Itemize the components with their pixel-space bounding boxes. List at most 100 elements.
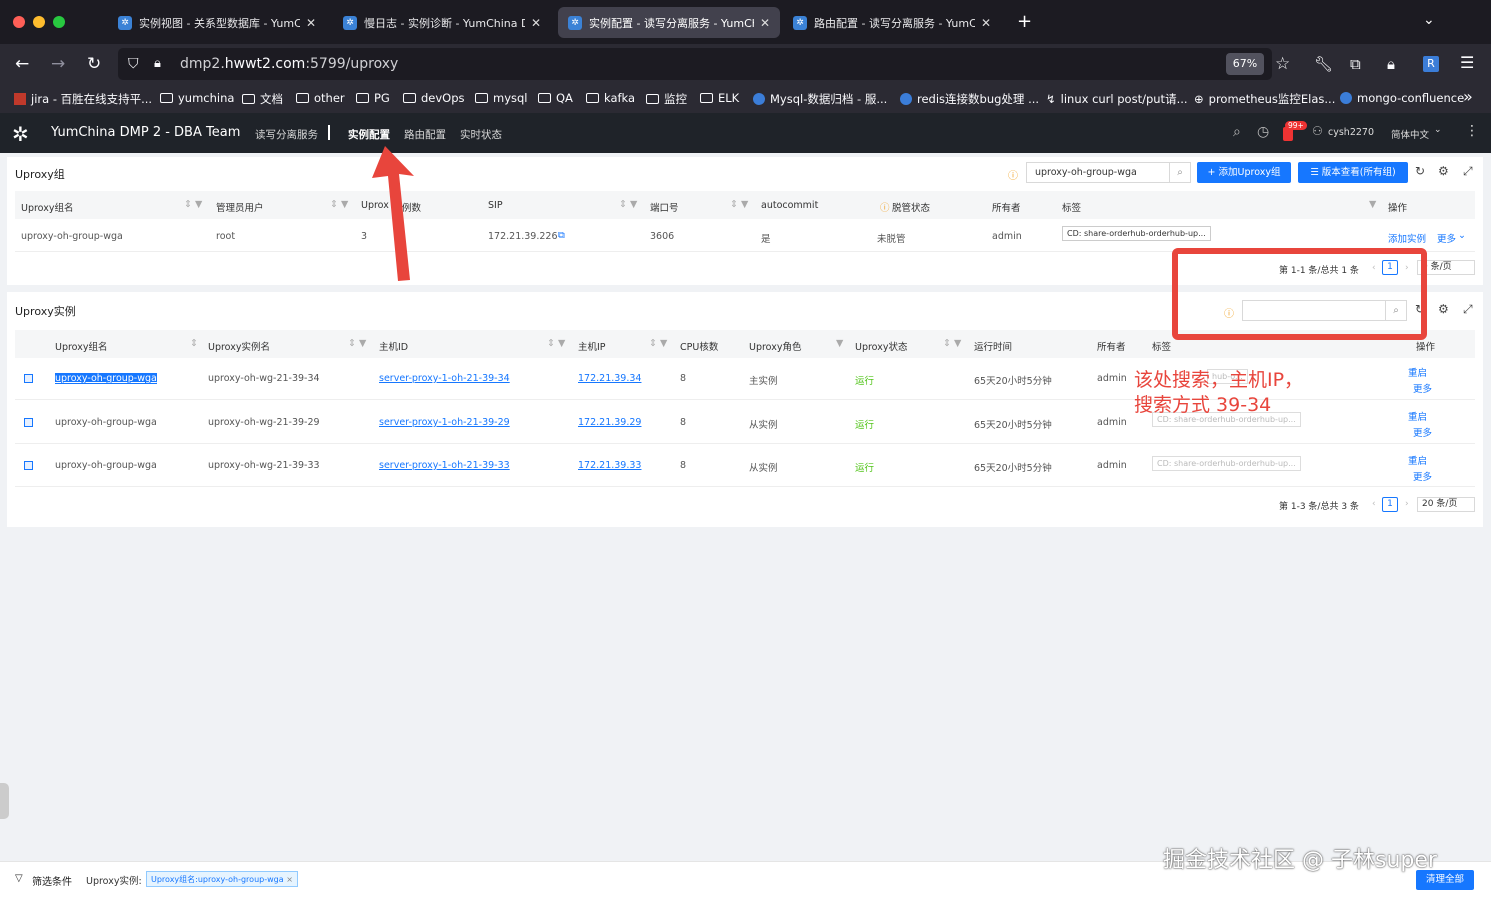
settings-gear-icon[interactable]: ⚙ (1438, 164, 1449, 178)
app-favicon-icon: ✲ (568, 15, 582, 30)
bookmark-folder[interactable]: other (296, 91, 345, 105)
fullscreen-icon[interactable]: ⤢ (1463, 302, 1473, 317)
expand-row-icon[interactable] (24, 418, 33, 427)
host-id-link[interactable]: server-proxy-1-oh-21-39-33 (379, 460, 510, 471)
side-drawer-handle[interactable] (0, 783, 9, 819)
sort-icon[interactable]: ⇕ ▼ (619, 199, 637, 210)
more-vertical-icon[interactable]: ⋮ (1465, 123, 1479, 139)
lock-icon[interactable]: 🔒︎ (154, 48, 161, 80)
host-ip-link[interactable]: 172.21.39.33 (578, 460, 641, 471)
bookmark-folder[interactable]: ELK (700, 91, 739, 105)
bookmark-link[interactable]: ⊕ prometheus监控Elas... (1194, 91, 1335, 107)
bookmark-link[interactable]: ↯ linux curl post/put请... (1046, 91, 1188, 107)
next-page-icon[interactable]: › (1405, 499, 1409, 509)
sort-icon[interactable]: ⇕ ▼ (943, 338, 961, 349)
restart-link[interactable]: 重启 (1408, 453, 1427, 467)
maximize-window-button[interactable] (53, 16, 65, 28)
version-view-button[interactable]: ☰ 版本查看(所有组) (1298, 162, 1408, 183)
more-link[interactable]: 更多 (1413, 381, 1432, 395)
reload-icon[interactable]: ↻ (87, 54, 101, 74)
sort-icon[interactable]: ⇕ (190, 338, 198, 349)
close-tab-icon[interactable]: ✕ (981, 16, 991, 30)
add-uproxy-group-button[interactable]: + 添加Uproxy组 (1197, 162, 1291, 183)
url-bar[interactable]: ⛉ 🔒︎ dmp2.hwwt2.com:5799/uproxy (118, 48, 1272, 80)
zoom-level-badge[interactable]: 67% (1226, 53, 1264, 75)
bookmark-jira[interactable]: jira - 百胜在线支持平... (14, 91, 152, 107)
host-id-link[interactable]: server-proxy-1-oh-21-39-29 (379, 417, 510, 428)
prev-page-icon[interactable]: ‹ (1372, 499, 1376, 509)
group-search-input[interactable]: uproxy-oh-group-wga (1026, 162, 1170, 183)
refresh-icon[interactable]: ↻ (1415, 164, 1425, 178)
browser-tab[interactable]: ✲ 慢日志 - 实例诊断 - YumChina D ✕ (333, 7, 551, 38)
bookmark-folder[interactable]: devOps (403, 91, 465, 105)
page-size-select[interactable]: 20 条/页 (1417, 497, 1475, 512)
username[interactable]: cysh2270 (1328, 127, 1374, 138)
nav-rw-service[interactable]: 读写分离服务 (255, 127, 318, 142)
history-icon[interactable]: ◷ (1257, 124, 1269, 140)
more-link[interactable]: 更多 (1437, 231, 1456, 245)
nav-route-config[interactable]: 路由配置 (404, 127, 446, 142)
shield-icon[interactable]: ⛉ (128, 48, 139, 80)
close-tab-icon[interactable]: ✕ (760, 16, 770, 30)
bookmark-link[interactable]: redis连接数bug处理 ... (900, 91, 1039, 107)
bookmark-folder[interactable]: 文档 (242, 91, 283, 107)
extensions-icon[interactable]: ⧉ (1350, 55, 1361, 73)
bookmark-folder[interactable]: 监控 (646, 91, 687, 107)
close-window-button[interactable] (13, 16, 25, 28)
sort-icon[interactable]: ⇕ ▼ (649, 338, 667, 349)
bookmark-folder[interactable]: kafka (586, 91, 635, 105)
more-bookmarks-icon[interactable]: » (1463, 87, 1473, 106)
browser-tab-active[interactable]: ✲ 实例配置 - 读写分离服务 - YumCh ✕ (558, 7, 780, 38)
restart-link[interactable]: 重启 (1408, 365, 1427, 379)
padlock-icon[interactable]: 🔒︎ (1387, 55, 1395, 73)
new-tab-icon[interactable]: + (1017, 11, 1032, 32)
col-header: autocommit (761, 200, 819, 211)
host-ip-link[interactable]: 172.21.39.34 (578, 373, 641, 384)
bookmark-folder[interactable]: PG (356, 91, 390, 105)
sort-icon[interactable]: ⇕ ▼ (547, 338, 565, 349)
expand-row-icon[interactable] (24, 374, 33, 383)
more-link[interactable]: 更多 (1413, 469, 1432, 483)
fullscreen-icon[interactable]: ⤢ (1463, 164, 1473, 179)
filter-chip[interactable]: Uproxy组名:uproxy-oh-group-wga × (146, 871, 298, 887)
sort-icon[interactable]: ⇕ ▼ (348, 338, 366, 349)
sort-icon[interactable]: ⇕ ▼ (730, 199, 748, 210)
nav-realtime-status[interactable]: 实时状态 (460, 127, 502, 142)
settings-gear-icon[interactable]: ⚙ (1438, 302, 1449, 316)
copy-icon[interactable]: ⧉ (558, 230, 565, 241)
language-select[interactable]: 简体中文 (1391, 127, 1429, 141)
sort-icon[interactable]: ⇕ ▼ (330, 199, 348, 210)
bookmark-star-icon[interactable]: ☆ (1275, 54, 1290, 74)
forward-icon[interactable]: → (51, 54, 65, 74)
nav-instance-config[interactable]: 实例配置 (348, 127, 390, 142)
filter-icon[interactable]: ▼ (1369, 199, 1376, 210)
r-extension-icon[interactable]: R (1423, 56, 1439, 72)
host-id-link[interactable]: server-proxy-1-oh-21-39-34 (379, 373, 510, 384)
back-icon[interactable]: ← (15, 54, 29, 74)
browser-tab[interactable]: ✲ 实例视图 - 关系型数据库 - YumCh ✕ (108, 7, 326, 38)
search-icon[interactable]: ⌕ (1169, 162, 1191, 183)
host-ip-link[interactable]: 172.21.39.29 (578, 417, 641, 428)
more-link[interactable]: 更多 (1413, 425, 1432, 439)
menu-icon[interactable]: ☰ (1460, 53, 1474, 72)
search-icon[interactable]: ⌕ (1233, 124, 1241, 140)
bookmark-folder[interactable]: mysql (475, 91, 528, 105)
close-icon[interactable]: × (286, 875, 293, 884)
page-number[interactable]: 1 (1382, 497, 1398, 512)
close-tab-icon[interactable]: ✕ (531, 16, 541, 30)
bookmark-folder[interactable]: yumchina (160, 91, 234, 105)
annotation-text: 该处搜索，主机IP， 搜索方式 39-34 (1134, 369, 1304, 416)
add-instance-link[interactable]: 添加实例 (1388, 231, 1426, 245)
tab-list-chevron-icon[interactable]: ⌄ (1423, 12, 1435, 28)
sort-icon[interactable]: ⇕ ▼ (184, 199, 202, 210)
close-tab-icon[interactable]: ✕ (306, 16, 316, 30)
restart-link[interactable]: 重启 (1408, 409, 1427, 423)
bookmark-link[interactable]: Mysql-数据归档 - 服... (753, 91, 887, 107)
wrench-icon[interactable]: 🔧︎ (1314, 55, 1333, 73)
bookmark-folder[interactable]: QA (538, 91, 573, 105)
bookmark-link[interactable]: mongo-confluence (1340, 91, 1464, 105)
filter-icon[interactable]: ▼ (836, 338, 843, 349)
expand-row-icon[interactable] (24, 461, 33, 470)
browser-tab[interactable]: ✲ 路由配置 - 读写分离服务 - YumCh ✕ (783, 7, 1001, 38)
minimize-window-button[interactable] (33, 16, 45, 28)
